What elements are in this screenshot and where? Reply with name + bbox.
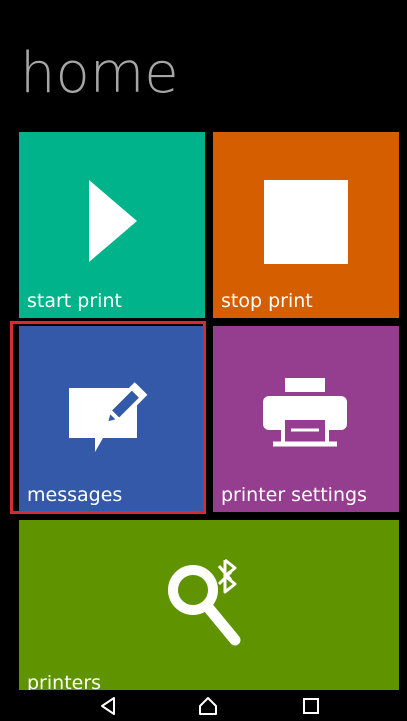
messages-label: messages bbox=[27, 484, 123, 506]
message-edit-icon bbox=[69, 382, 148, 452]
bluetooth-search-icon bbox=[168, 558, 241, 646]
printer-settings-tile[interactable]: printer settings bbox=[213, 326, 399, 512]
screen: home start print stop print messages pri… bbox=[0, 0, 407, 721]
printer-settings-label: printer settings bbox=[221, 484, 367, 506]
play-icon bbox=[89, 180, 137, 262]
page-title: home bbox=[20, 41, 179, 106]
stop-print-label: stop print bbox=[221, 290, 313, 312]
home-icon[interactable] bbox=[197, 695, 219, 717]
printer-icon bbox=[263, 378, 347, 447]
recents-icon[interactable] bbox=[300, 695, 322, 717]
stop-icon bbox=[264, 180, 348, 264]
messages-tile[interactable]: messages bbox=[19, 326, 205, 512]
navigation-bar bbox=[0, 690, 407, 721]
printers-tile[interactable]: printers bbox=[19, 520, 399, 700]
back-icon[interactable] bbox=[98, 695, 120, 717]
start-print-label: start print bbox=[27, 290, 122, 312]
start-print-tile[interactable]: start print bbox=[19, 132, 205, 318]
stop-print-tile[interactable]: stop print bbox=[213, 132, 399, 318]
